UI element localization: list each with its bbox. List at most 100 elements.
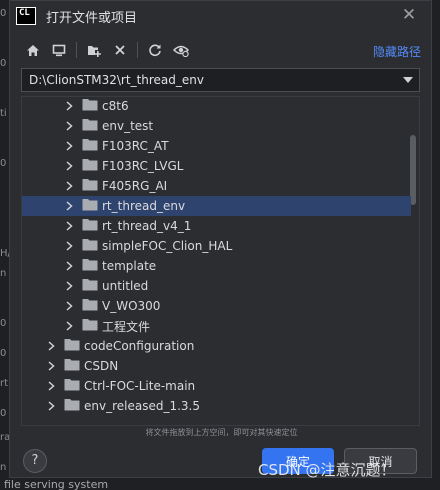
folder-icon <box>76 238 102 254</box>
folder-icon <box>58 358 84 374</box>
tree-row[interactable]: c8t6 <box>22 97 411 116</box>
chevron-right-icon[interactable] <box>62 276 76 296</box>
tree-item-label: untitled <box>102 279 149 293</box>
tree-row[interactable]: Ctrl-FOC-Lite-main <box>22 376 411 396</box>
chevron-right-icon[interactable] <box>62 236 76 256</box>
tree-item-label: env_test <box>102 119 154 133</box>
tree-item-label: F103RC_LVGL <box>102 159 184 173</box>
tree-item-label: V_WO300 <box>102 299 161 313</box>
tree-item-label: F405RG_AI <box>102 179 168 193</box>
chevron-right-icon[interactable] <box>62 156 76 176</box>
home-button[interactable] <box>22 39 44 61</box>
chevron-right-icon[interactable] <box>62 256 76 276</box>
tree-row[interactable]: F103RC_LVGL <box>22 156 411 176</box>
open-file-dialog: CL 打开文件或项目 ✕ 隐藏路径 c8t6 env_test <box>9 0 432 478</box>
tree-item-label: Ctrl-FOC-Lite-main <box>84 379 196 393</box>
tree-item-label: simpleFOC_Clion_HAL <box>102 239 233 253</box>
folder-icon <box>58 338 84 354</box>
path-input[interactable] <box>22 69 397 91</box>
background-text: rt <box>0 378 9 389</box>
hide-path-link[interactable]: 隐藏路径 <box>373 43 421 60</box>
tree-item-label: rt_thread_v4_1 <box>102 219 192 233</box>
tree-item-label: env_released_1.3.5 <box>84 399 200 413</box>
folder-icon <box>76 258 102 274</box>
tree-row[interactable]: env_test <box>22 116 411 136</box>
chevron-right-icon[interactable] <box>44 336 58 356</box>
tree-row[interactable]: env_released_1.3.5 <box>22 396 411 416</box>
help-button[interactable]: ? <box>23 449 47 473</box>
folder-icon <box>76 158 102 174</box>
toolbar-separator <box>137 42 138 58</box>
chevron-right-icon[interactable] <box>62 97 76 116</box>
tree-item-label: codeConfiguration <box>84 339 195 353</box>
background-text: 0 <box>0 8 7 19</box>
chevron-right-icon[interactable] <box>62 116 76 136</box>
dialog-toolbar <box>22 39 196 61</box>
background-ide-left: 0 0 ti 0 H/ n 0 0 rt 0 ra n <box>0 0 11 490</box>
drag-drop-hint: 将文件拖放到上方空间，即可对其快速定位 <box>145 428 298 437</box>
tree-item-label: 工程文件 <box>102 319 151 334</box>
tree-item-label: F103RC_AT <box>102 139 169 153</box>
tree-row[interactable]: F103RC_AT <box>22 136 411 156</box>
show-hidden-button[interactable] <box>170 39 192 61</box>
refresh-button[interactable] <box>144 39 166 61</box>
tree-row[interactable]: 工程文件 <box>22 316 411 336</box>
background-text: 0 <box>0 318 7 329</box>
tree-row[interactable]: untitled <box>22 276 411 296</box>
folder-icon <box>76 138 102 154</box>
folder-icon <box>76 278 102 294</box>
tree-row[interactable]: V_WO300 <box>22 296 411 316</box>
background-text: 0 <box>0 58 7 69</box>
dialog-title: 打开文件或项目 <box>46 10 138 26</box>
delete-button[interactable] <box>109 39 131 61</box>
refresh-icon <box>149 44 161 57</box>
tree-item-label: c8t6 <box>102 99 129 113</box>
dialog-titlebar: CL 打开文件或项目 <box>10 1 431 31</box>
desktop-button[interactable] <box>48 39 70 61</box>
csdn-watermark: CSDN @注意沉题！ <box>258 461 396 479</box>
chevron-right-icon[interactable] <box>62 176 76 196</box>
tree-row[interactable]: codeConfiguration <box>22 336 411 356</box>
desktop-icon <box>52 44 66 56</box>
folder-icon <box>76 198 102 214</box>
chevron-down-icon <box>403 77 413 83</box>
folder-icon <box>76 98 102 114</box>
new-folder-icon <box>87 45 101 57</box>
close-icon[interactable]: ✕ <box>401 7 417 24</box>
tree-row[interactable]: rt_thread_env <box>22 196 411 216</box>
chevron-right-icon[interactable] <box>62 316 76 336</box>
home-icon <box>27 44 39 56</box>
chevron-right-icon[interactable] <box>62 296 76 316</box>
file-tree[interactable]: c8t6 env_test F103RC_AT F103RC_LVGL F405RG_A… <box>21 96 420 426</box>
folder-icon <box>76 178 102 194</box>
background-bottom-text: file serving system <box>4 478 109 490</box>
new-folder-button[interactable] <box>83 39 105 61</box>
chevron-right-icon[interactable] <box>44 356 58 376</box>
folder-icon <box>58 398 84 414</box>
folder-icon <box>76 118 102 134</box>
tree-item-label: CSDN <box>84 359 119 373</box>
chevron-right-icon[interactable] <box>62 136 76 156</box>
chevron-right-icon[interactable] <box>62 196 76 216</box>
background-text: ti <box>0 108 7 119</box>
chevron-right-icon[interactable] <box>62 216 76 236</box>
background-text: 0 <box>0 158 7 169</box>
tree-row[interactable]: simpleFOC_Clion_HAL <box>22 236 411 256</box>
background-text: n <box>0 268 7 279</box>
chevron-right-icon[interactable] <box>44 376 58 396</box>
background-ide-right <box>432 0 440 490</box>
folder-icon <box>76 218 102 234</box>
folder-icon <box>76 318 102 334</box>
tree-row[interactable]: template <box>22 256 411 276</box>
background-text: 0 <box>0 348 7 359</box>
background-text: 0 <box>0 408 7 419</box>
tree-item-label: rt_thread_env <box>102 199 186 213</box>
path-history-dropdown[interactable] <box>397 69 419 91</box>
path-bar <box>21 68 420 92</box>
chevron-right-icon[interactable] <box>44 396 58 416</box>
tree-row[interactable]: F405RG_AI <box>22 176 411 196</box>
tree-item-label: template <box>102 259 157 273</box>
tree-row[interactable]: rt_thread_v4_1 <box>22 216 411 236</box>
tree-row[interactable]: CSDN <box>22 356 411 376</box>
folder-icon <box>58 378 84 394</box>
